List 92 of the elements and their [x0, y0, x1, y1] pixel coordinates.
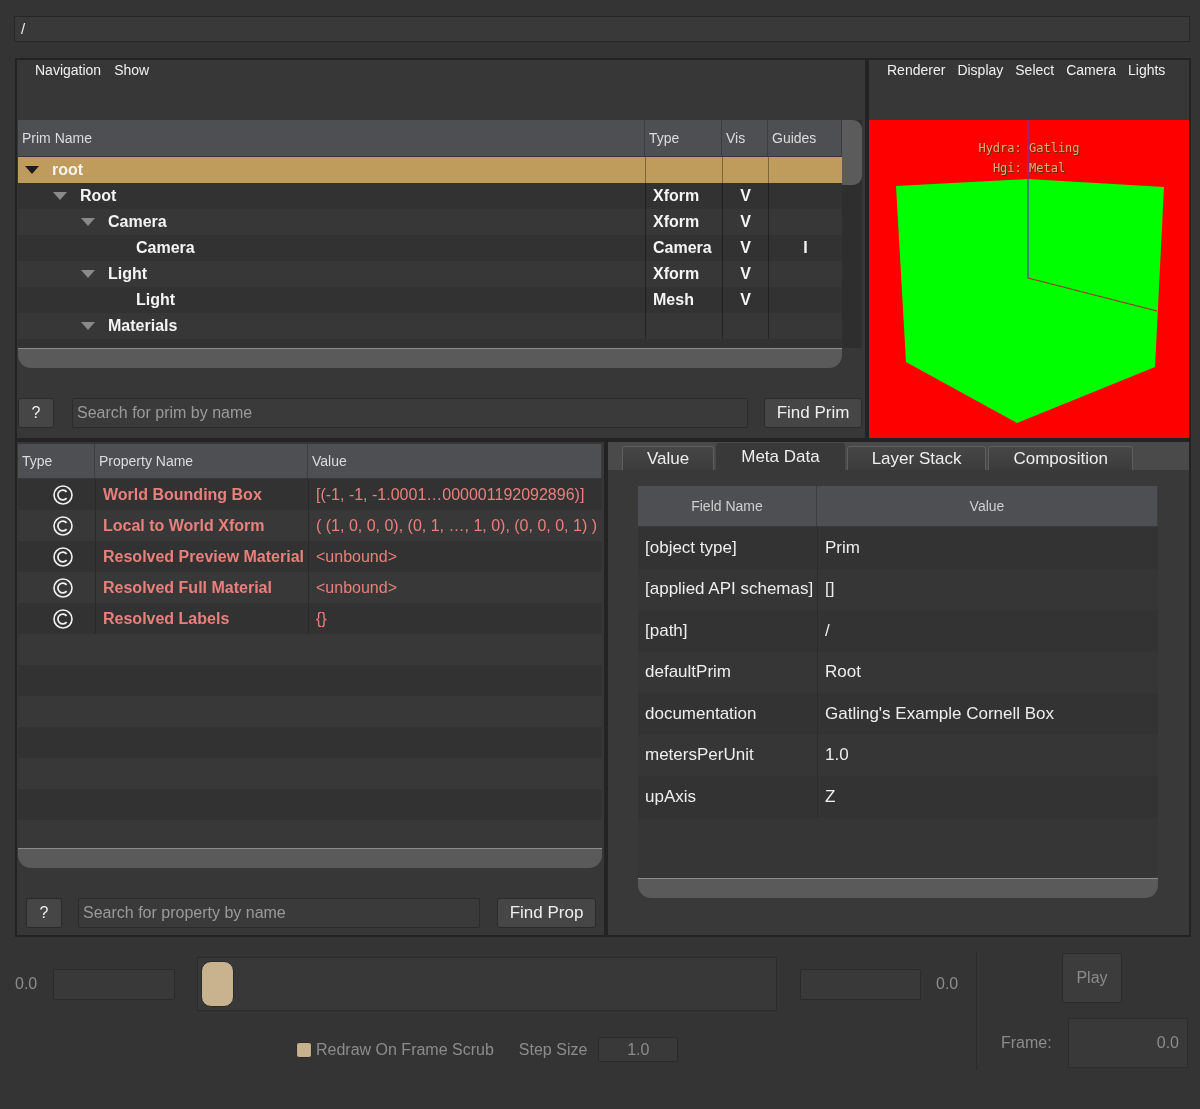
field-name: defaultPrim: [645, 662, 731, 683]
prim-type: Mesh: [653, 291, 694, 309]
column-header[interactable]: Vis: [722, 120, 768, 156]
help-button[interactable]: ?: [18, 398, 54, 428]
field-value: Prim: [825, 537, 860, 558]
visibility-value: V: [740, 291, 751, 309]
menu-item[interactable]: Camera: [1066, 60, 1116, 80]
visibility-value: V: [740, 265, 751, 283]
property-name: Local to World Xform: [103, 516, 265, 535]
column-header[interactable]: Property Name: [95, 444, 308, 478]
column-header[interactable]: Value: [308, 444, 602, 478]
hud-text: Hgi: Metal: [992, 160, 1066, 177]
circled-c-icon: [53, 484, 73, 505]
field-value: Z: [825, 786, 836, 807]
property-value: {}: [316, 609, 327, 628]
disclosure-triangle-icon[interactable]: [81, 322, 95, 330]
disclosure-triangle-icon[interactable]: [81, 270, 95, 278]
property-value: <unbound>: [316, 578, 397, 597]
horizontal-scrollbar[interactable]: [18, 348, 842, 368]
prim-name: Materials: [108, 317, 178, 335]
tab[interactable]: Meta Data: [716, 443, 845, 470]
render-viewport[interactable]: [869, 120, 1189, 438]
horizontal-scrollbar[interactable]: [638, 878, 1158, 898]
field-name: [path]: [645, 620, 688, 641]
field-name: metersPerUnit: [645, 745, 754, 766]
field-name: [applied API schemas]: [645, 579, 814, 600]
scrollbar-thumb[interactable]: [842, 120, 862, 185]
prim-type: Xform: [653, 265, 700, 283]
menu-item[interactable]: Select: [1015, 60, 1055, 80]
prim-type: Xform: [653, 213, 700, 231]
tab[interactable]: Layer Stack: [846, 446, 987, 470]
end-frame-label: 0.0: [936, 975, 959, 993]
column-header[interactable]: Type: [18, 444, 95, 478]
circled-c-icon: [53, 546, 73, 567]
prim-name: Light: [136, 291, 176, 309]
hud-text: Hydra: Gatling: [978, 140, 1080, 157]
field-name: [object type]: [645, 537, 737, 558]
property-value: ( (1, 0, 0, 0), (0, 1, …, 1, 0), (0, 0, 0, 1) ): [316, 516, 597, 535]
search-field[interactable]: Search for prim by name: [72, 398, 748, 428]
field-value: 1.0: [825, 745, 849, 766]
visibility-value: V: [740, 187, 751, 205]
help-button[interactable]: ?: [26, 898, 62, 928]
prim-name: root: [52, 161, 84, 179]
tab[interactable]: Value: [622, 446, 715, 470]
step-size-label: Step Size: [518, 1040, 588, 1059]
column-header[interactable]: Prim Name: [18, 120, 645, 156]
visibility-value: V: [740, 239, 751, 257]
circled-c-icon: [53, 608, 73, 629]
disclosure-triangle-icon[interactable]: [25, 166, 39, 174]
prim-name: Light: [108, 265, 148, 283]
frame-label: Frame:: [1001, 1034, 1053, 1052]
column-header[interactable]: Guides: [768, 120, 842, 156]
prim-type: Camera: [653, 239, 712, 257]
field-value: Root: [825, 662, 861, 683]
find-prop-button[interactable]: Find Prop: [497, 898, 596, 928]
path-field[interactable]: /: [14, 16, 1190, 42]
circled-c-icon: [53, 515, 73, 536]
vertical-scrollbar[interactable]: [842, 120, 862, 348]
property-name: Resolved Labels: [103, 609, 230, 628]
field-value: []: [825, 579, 835, 600]
frame-slider-track[interactable]: [197, 957, 777, 1011]
circled-c-icon: [53, 577, 73, 598]
find-prim-button[interactable]: Find Prim: [764, 398, 862, 428]
column-header[interactable]: Field Name: [638, 486, 817, 526]
field-name: upAxis: [645, 786, 697, 807]
property-value: [(-1, -1, -1.0001…000001192092896)]: [316, 485, 585, 504]
prim-name: Root: [80, 187, 117, 205]
prim-name: Camera: [108, 213, 167, 231]
property-value: <unbound>: [316, 547, 397, 566]
prim-type: Xform: [653, 187, 700, 205]
column-header[interactable]: Value: [817, 486, 1158, 526]
property-name: Resolved Preview Material: [103, 547, 304, 566]
prim-name: Camera: [136, 239, 195, 257]
start-frame-label: 0.0: [15, 975, 39, 993]
column-header[interactable]: Type: [645, 120, 722, 156]
menu-item[interactable]: Renderer: [887, 60, 946, 80]
guides-value: I: [803, 239, 808, 257]
disclosure-triangle-icon[interactable]: [81, 218, 95, 226]
field-name: documentation: [645, 703, 757, 724]
menu-item[interactable]: Display: [957, 60, 1004, 80]
menu-item[interactable]: Lights: [1128, 60, 1166, 80]
property-name: World Bounding Box: [103, 485, 262, 504]
disclosure-triangle-icon[interactable]: [53, 192, 67, 200]
horizontal-scrollbar[interactable]: [18, 848, 602, 868]
field-value: /: [825, 620, 830, 641]
property-name: Resolved Full Material: [103, 578, 272, 597]
menu-item[interactable]: Show: [114, 60, 150, 80]
menu-item[interactable]: Navigation: [35, 60, 102, 80]
visibility-value: V: [740, 213, 751, 231]
field-value: Gatling's Example Cornell Box: [825, 703, 1055, 724]
tab[interactable]: Composition: [988, 446, 1133, 470]
search-field[interactable]: Search for property by name: [78, 898, 480, 928]
